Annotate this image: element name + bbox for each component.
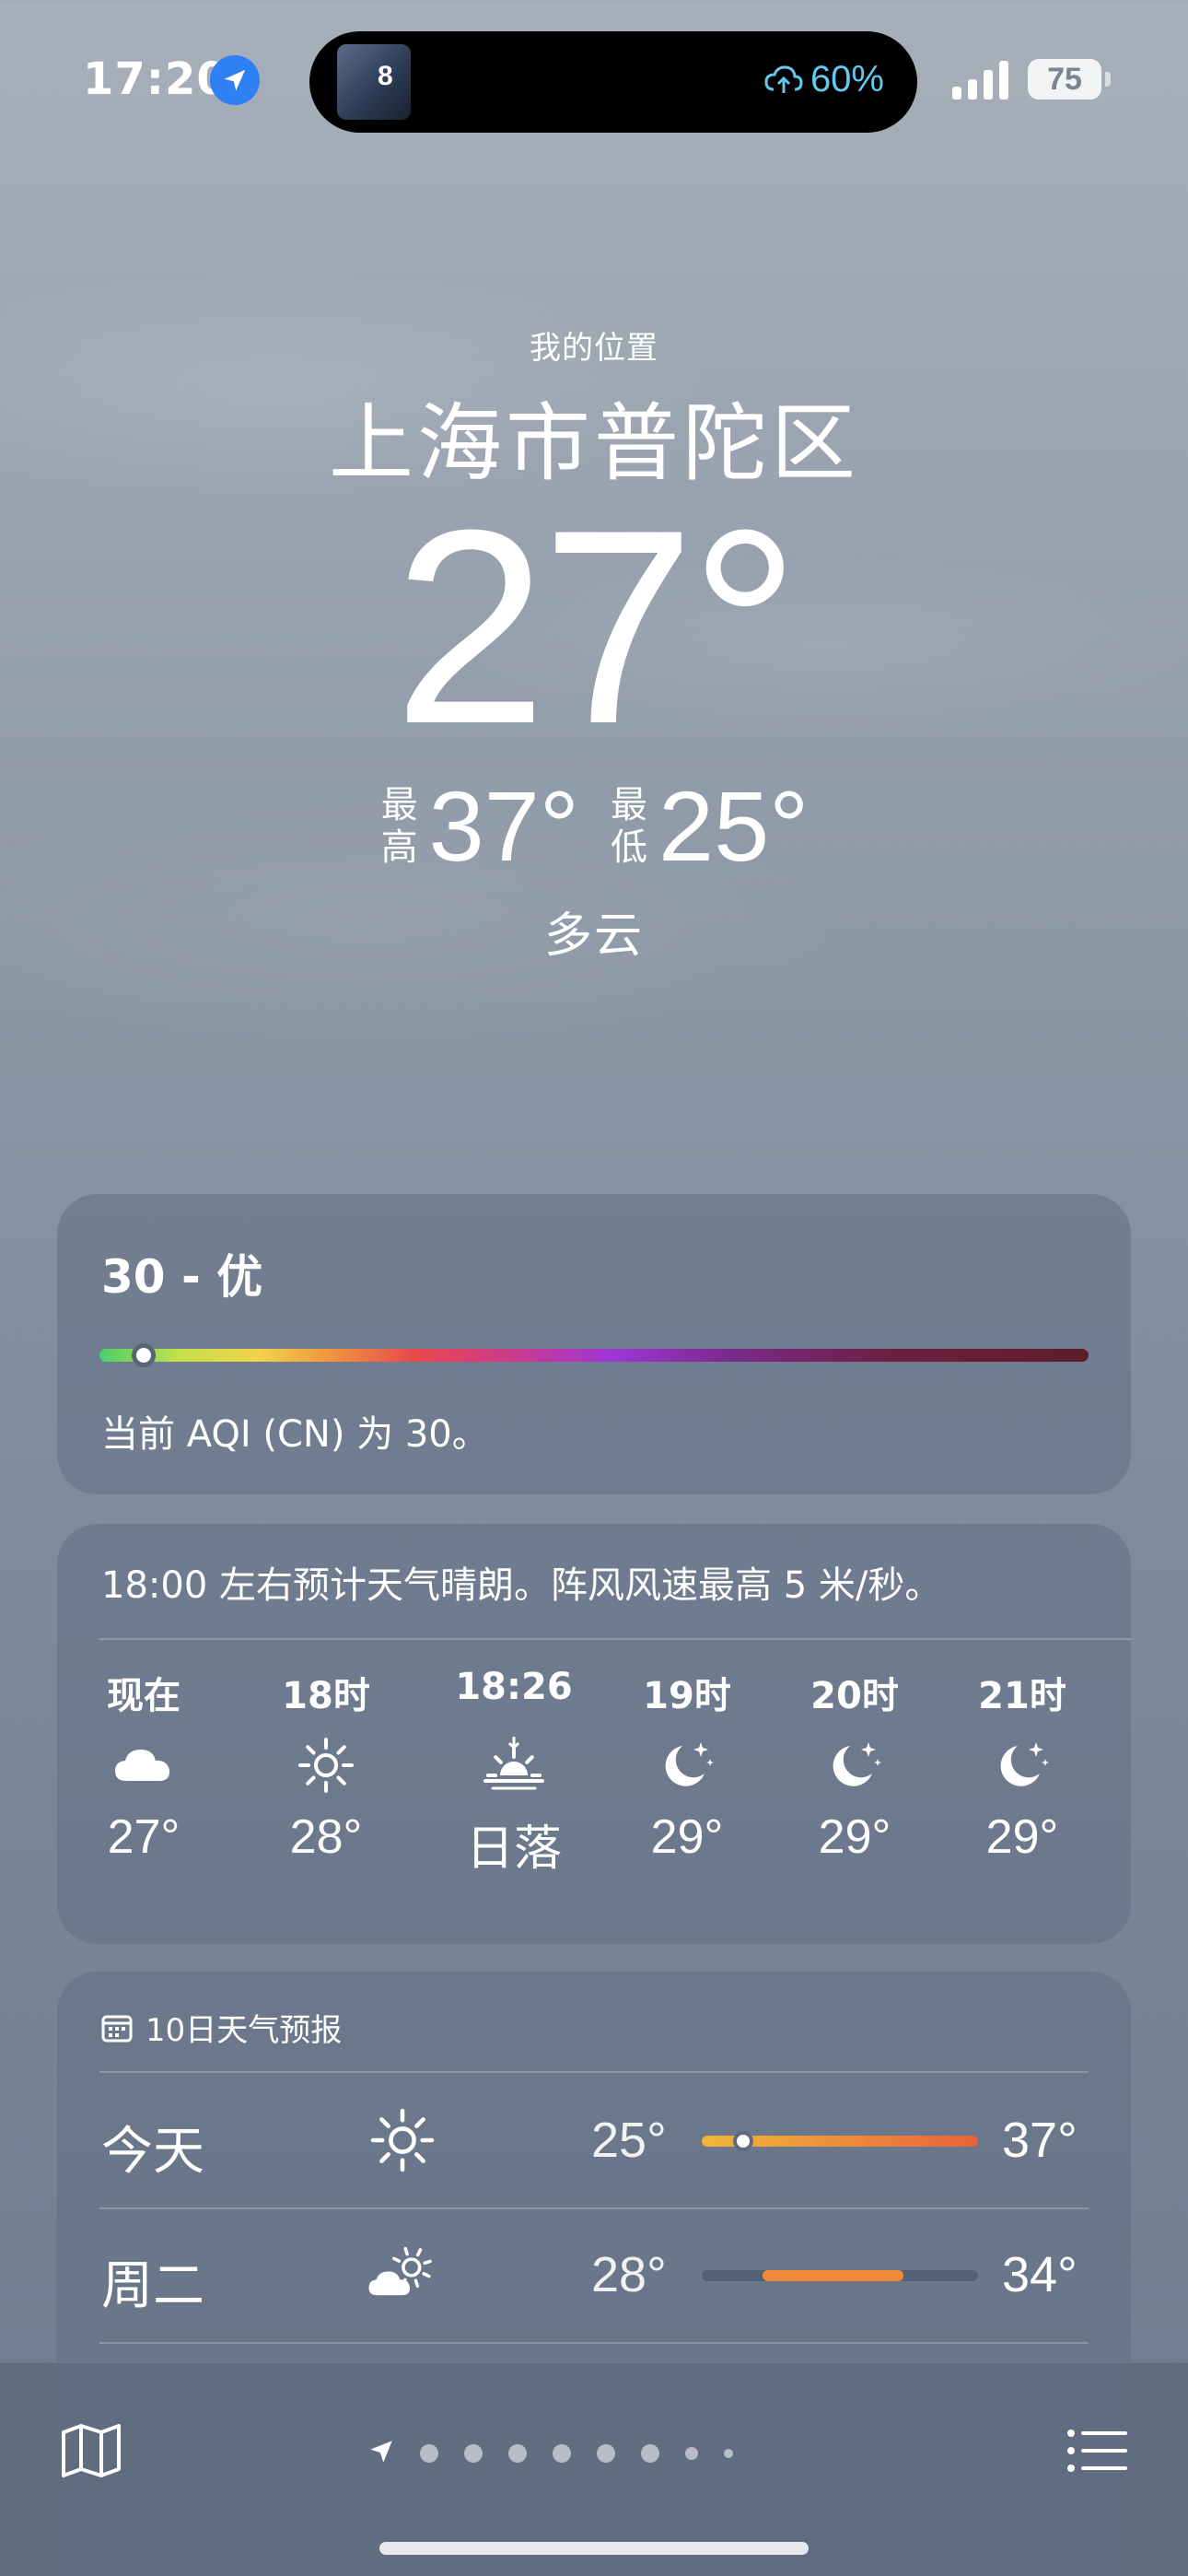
- moon-stars-icon: [781, 1721, 928, 1809]
- divider: [99, 2071, 1089, 2073]
- current-temperature-marker: [733, 2131, 753, 2151]
- hour-temperature: 28°: [289, 1810, 363, 1864]
- calendar-icon: [101, 2015, 133, 2042]
- hourly-item: 21时 29°: [949, 1666, 1096, 1865]
- hourly-item: 18时 28°: [252, 1666, 400, 1865]
- hourly-item: 22: [1116, 1666, 1131, 1865]
- current-weather: 我的位置 上海市普陀区 27° 最高 37° 最低 25° 多云: [0, 322, 1188, 966]
- island-badge: 8: [378, 61, 393, 91]
- now-playing-artwork[interactable]: 8: [337, 44, 411, 120]
- day-row[interactable]: 周二 28° 34°: [57, 2209, 1131, 2340]
- hour-label: 18:26: [455, 1666, 573, 1708]
- page-dot[interactable]: [641, 2444, 659, 2463]
- low-value: 25°: [658, 770, 809, 882]
- low-temp: 最低 25°: [609, 768, 809, 884]
- aqi-title: 30 - 优: [101, 1250, 263, 1304]
- dynamic-island[interactable]: 8 60%: [309, 31, 917, 133]
- map-icon: [62, 2424, 121, 2477]
- day-low: 28°: [591, 2247, 667, 2302]
- temperature-range-fill: [763, 2270, 903, 2281]
- location-services-icon: [210, 55, 260, 105]
- page-indicator[interactable]: [368, 2439, 733, 2468]
- hour-temperature: 29°: [818, 1810, 891, 1864]
- aqi-description: 当前 AQI (CN) 为 30。: [101, 1413, 489, 1456]
- sun-icon: [361, 2099, 444, 2182]
- hour-temperature: 日落: [465, 1822, 562, 1876]
- moon-stars-icon: [613, 1721, 761, 1809]
- page-dot[interactable]: [685, 2447, 698, 2460]
- status-time: 17:20: [83, 53, 228, 105]
- hourly-item: 20时 29°: [781, 1666, 928, 1865]
- map-button[interactable]: [59, 2418, 123, 2483]
- divider: [99, 2342, 1089, 2344]
- high-temp: 最高 37°: [379, 768, 579, 884]
- aqi-scale-bar: [99, 1349, 1089, 1362]
- low-label: 最低: [611, 783, 647, 869]
- sunset-icon: [413, 1721, 615, 1809]
- hour-label: 2: [1116, 1666, 1131, 1721]
- sun-icon: [252, 1721, 400, 1809]
- day-name: 今天: [101, 2122, 204, 2182]
- locations-list-button[interactable]: [1065, 2418, 1129, 2483]
- high-label: 最高: [380, 783, 418, 869]
- hour-temperature: 29°: [985, 1810, 1059, 1864]
- high-value: 37°: [428, 770, 579, 882]
- day-name: 周二: [101, 2256, 204, 2316]
- moon-stars-icon: [949, 1721, 1096, 1809]
- aqi-indicator: [132, 1343, 157, 1367]
- hourly-item: 19时 29°: [613, 1666, 761, 1865]
- hourly-forecast-card[interactable]: 18:00 左右预计天气晴朗。阵风风速最高 5 米/秒。 现在 27° 18时 28°…: [57, 1524, 1131, 1944]
- hour-temperature: 27°: [107, 1810, 181, 1864]
- day-row[interactable]: 今天 25° 37°: [57, 2075, 1131, 2209]
- ten-day-title: 10日天气预报: [146, 2012, 343, 2049]
- hour-temperature: 29°: [650, 1810, 724, 1864]
- day-high: 37°: [1002, 2113, 1077, 2168]
- page-dot[interactable]: [420, 2444, 438, 2463]
- temperature-range-bar: [702, 2131, 978, 2151]
- hourly-item: 18:26 日落: [413, 1666, 615, 1879]
- hour-temperature: 2: [1116, 1809, 1131, 1865]
- island-value: 60%: [809, 59, 884, 100]
- battery-level: 75: [1047, 61, 1082, 97]
- day-low: 25°: [591, 2113, 667, 2168]
- divider: [99, 1638, 1131, 1640]
- current-temperature: 27°: [393, 472, 800, 781]
- hour-label: 20时: [810, 1675, 899, 1717]
- list-icon: [1067, 2430, 1127, 2472]
- hour-label: 21时: [978, 1675, 1066, 1717]
- partly-sunny-icon: [361, 2233, 444, 2316]
- home-indicator[interactable]: [379, 2542, 809, 2555]
- bottom-toolbar: [0, 2362, 1188, 2576]
- page-dot[interactable]: [508, 2444, 527, 2463]
- battery-icon: 75: [1028, 59, 1111, 100]
- hourly-summary: 18:00 左右预计天气晴朗。阵风风速最高 5 米/秒。: [101, 1564, 942, 1607]
- ten-day-header: 10日天气预报: [101, 2005, 342, 2050]
- day-high: 34°: [1002, 2247, 1077, 2302]
- current-location-page-icon[interactable]: [368, 2439, 394, 2468]
- weather-condition: 多云: [543, 908, 644, 964]
- hour-label: 18时: [282, 1675, 370, 1717]
- weather-icon: [1116, 1721, 1131, 1809]
- island-activity: 60%: [764, 59, 884, 100]
- status-bar: 17:20 8 60% 75: [0, 0, 1188, 157]
- hour-label: 19时: [643, 1675, 731, 1717]
- high-low: 最高 37° 最低 25°: [0, 768, 1188, 884]
- air-quality-card[interactable]: 30 - 优 当前 AQI (CN) 为 30。: [57, 1194, 1131, 1494]
- hourly-item: 现在 27°: [70, 1666, 217, 1865]
- temperature-range-bar: [702, 2270, 978, 2281]
- my-location-label: 我的位置: [530, 330, 658, 367]
- page-dot[interactable]: [597, 2444, 615, 2463]
- page-dot[interactable]: [464, 2444, 483, 2463]
- cellular-signal-icon: [952, 61, 1008, 100]
- cloud-upload-icon: [764, 64, 803, 93]
- page-dot[interactable]: [724, 2449, 733, 2458]
- hour-label: 现在: [107, 1675, 181, 1717]
- page-dot[interactable]: [553, 2444, 571, 2463]
- cloud-icon: [70, 1721, 217, 1809]
- hourly-scroll[interactable]: 现在27°18时28°18:26日落19时29°20时29°21时29°22: [57, 1666, 1131, 1933]
